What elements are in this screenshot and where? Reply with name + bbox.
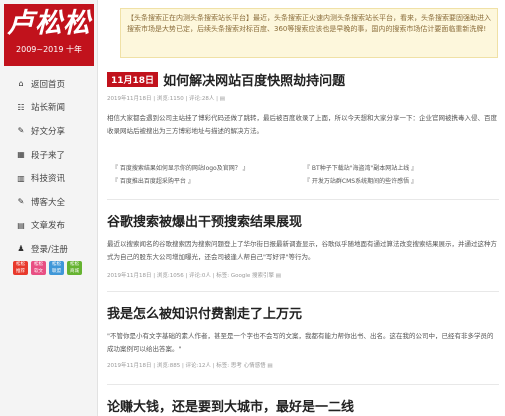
article-title-row: 我是怎么被知识付费割走了上万元: [107, 303, 499, 322]
sidebar-item-label: 站长新闻: [31, 103, 66, 114]
article-title[interactable]: 如何解决网站百度快照劫持问题: [163, 70, 345, 89]
news-icon: ☷: [17, 102, 25, 112]
publish-icon: ▤: [17, 220, 25, 230]
book-icon: ▥: [17, 173, 25, 183]
site-logo[interactable]: 卢松松 2009~2019 十年: [4, 4, 94, 66]
related-link[interactable]: 『 开发万站群CMS系统期间的些许感悟 』: [304, 176, 417, 189]
sidebar-item-label: 文章发布: [31, 221, 66, 232]
date-badge: 11月18日: [107, 72, 159, 87]
article-meta: 2019年11月18日 | 浏览:1150 | 评论:28人 | ▤: [107, 96, 225, 102]
article-excerpt: 最近以搜索闻名的谷歌搜索因为搜索问题登上了华尔街日报最新调查显示，谷歌似乎随地面…: [107, 240, 497, 261]
pen-icon: ✎: [17, 126, 25, 136]
promo-tile[interactable]: 松松 商城: [67, 261, 82, 275]
related-link[interactable]: 『 百度推出百度超采购平台 』: [112, 176, 194, 189]
article-card: 论赚大钱，还是要到大城市，最好是一二线: [107, 396, 499, 415]
sidebar: 卢松松 2009~2019 十年 ⌂ 返回首页 ☷ 站长新闻 ✎ 好文分享 ▦ …: [0, 0, 98, 416]
sidebar-item-label: 博客大全: [31, 197, 66, 208]
user-icon: ♟: [17, 244, 25, 254]
sidebar-item-label: 好文分享: [31, 126, 66, 137]
sidebar-item-label: 段子来了: [31, 150, 66, 161]
sidebar-item-home[interactable]: ⌂ 返回首页: [0, 72, 98, 96]
logo-name: 卢松松: [7, 8, 91, 39]
article-title[interactable]: 我是怎么被知识付费割走了上万元: [107, 303, 302, 322]
logo-tagline: 2009~2019 十年: [16, 45, 82, 54]
sidebar-item-tech[interactable]: ▥ 科技资讯: [0, 166, 98, 190]
sidebar-item-label: 登录/注册: [31, 244, 68, 255]
sidebar-item-share[interactable]: ✎ 好文分享: [0, 119, 98, 143]
article-title[interactable]: 谷歌搜索被爆出干预搜索结果展现: [107, 211, 302, 230]
sidebar-item-jokes[interactable]: ▦ 段子来了: [0, 143, 98, 167]
sidebar-item-blogs[interactable]: ✎ 博客大全: [0, 190, 98, 214]
article-card: 谷歌搜索被爆出干预搜索结果展现 最近以搜索闻名的谷歌搜索因为搜索问题登上了华尔街…: [107, 211, 499, 279]
article-excerpt: "不管你是小有文字基础的素人作者，甚至是一个字也不会写的文案，我都有能力帮你出书…: [107, 332, 494, 353]
sidebar-item-label: 科技资讯: [31, 174, 66, 185]
article-title-row: 11月18日 如何解决网站百度快照劫持问题: [107, 70, 499, 89]
sidebar-nav: ⌂ 返回首页 ☷ 站长新闻 ✎ 好文分享 ▦ 段子来了 ▥ 科技资讯 ✎ 博客大…: [0, 72, 98, 261]
article-meta: 2019年11月18日 | 浏览:885 | 评论:12人 | 标签: 思考 心…: [107, 363, 273, 369]
home-icon: ⌂: [18, 79, 24, 89]
article-title-row: 论赚大钱，还是要到大城市，最好是一二线: [107, 396, 499, 415]
sidebar-item-publish[interactable]: ▤ 文章发布: [0, 214, 98, 238]
promo-tile[interactable]: 松松 软文: [31, 261, 46, 275]
article-meta: 2019年11月18日 | 浏览:1056 | 评论:0人 | 标签: Goog…: [107, 273, 281, 279]
sidebar-item-label: 返回首页: [31, 79, 66, 90]
article-card: 我是怎么被知识付费割走了上万元 "不管你是小有文字基础的素人作者，甚至是一个字也…: [107, 303, 499, 369]
divider: [107, 291, 499, 292]
promo-tiles: 松松 推荐 松松 软文 松松 联盟 松松 商城: [13, 261, 82, 275]
article-card: 11月18日 如何解决网站百度快照劫持问题 2019年11月18日 | 浏览:1…: [107, 70, 499, 137]
grid-icon: ▦: [17, 150, 25, 160]
notice-banner[interactable]: 【头条搜索正在内测头条搜索站长平台】最近，头条搜索正火速内测头条搜索站长平台，看…: [120, 8, 498, 58]
promo-tile[interactable]: 松松 联盟: [49, 261, 64, 275]
sidebar-item-news[interactable]: ☷ 站长新闻: [0, 96, 98, 120]
article-title-row: 谷歌搜索被爆出干预搜索结果展现: [107, 211, 499, 230]
divider: [107, 384, 499, 385]
article-title[interactable]: 论赚大钱，还是要到大城市，最好是一二线: [107, 396, 354, 415]
promo-tile[interactable]: 松松 推荐: [13, 261, 28, 275]
divider: [107, 199, 499, 200]
blog-icon: ✎: [17, 197, 25, 207]
sidebar-item-login[interactable]: ♟ 登录/注册: [0, 237, 98, 261]
related-link[interactable]: 『 BT种子下载站"海盗湾"副本网站上线 』: [304, 163, 417, 176]
article-excerpt: 相信大家都会遇到公司主站挂了博彩代码还做了跳转，最后被百度收录了上面，所以今天想…: [107, 114, 497, 135]
related-link[interactable]: 『 百度搜索结果如何显示你的网站logo及官网？ 』: [112, 163, 249, 176]
